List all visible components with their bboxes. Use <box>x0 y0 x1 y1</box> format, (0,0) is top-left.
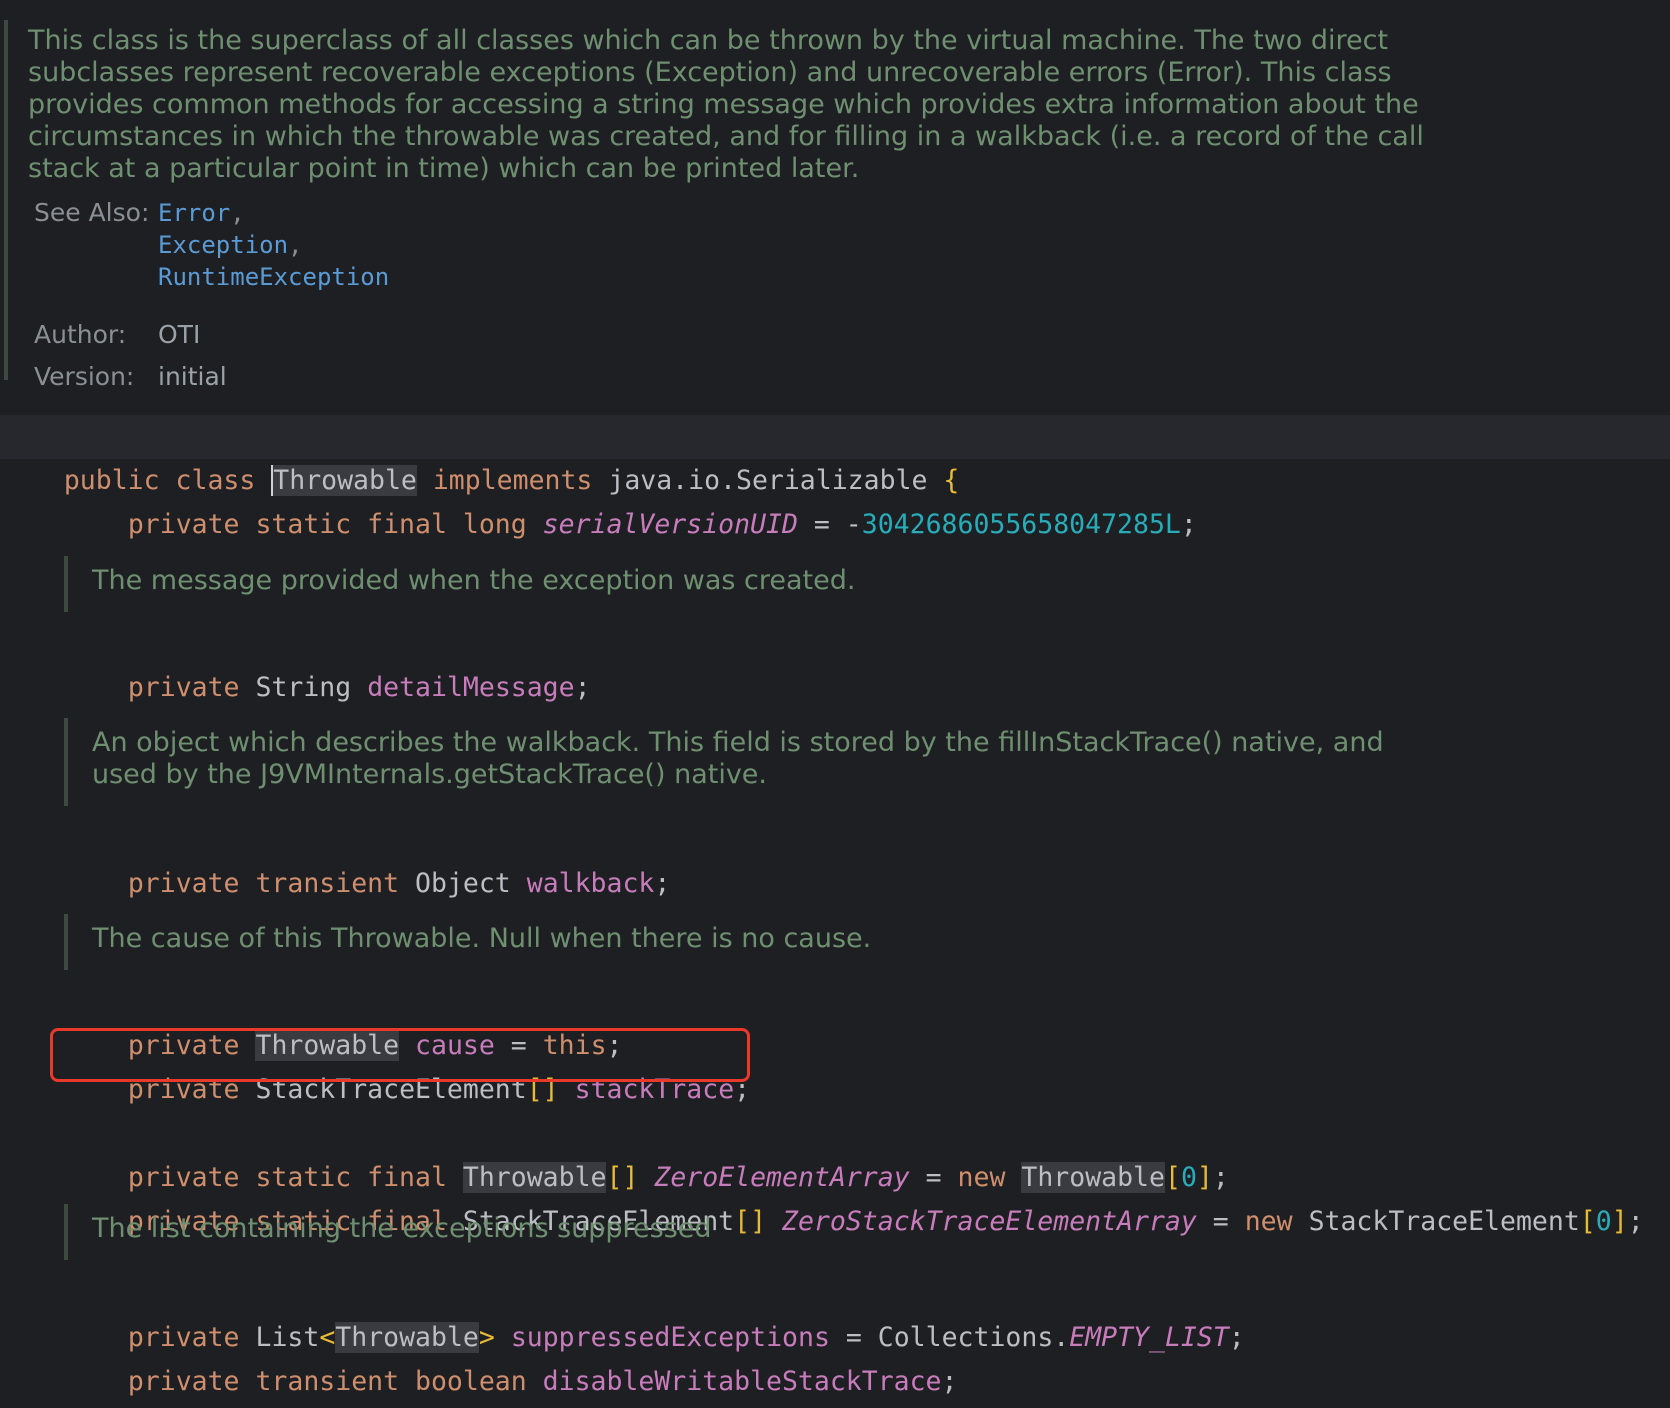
semicolon: ; <box>941 1366 958 1397</box>
field-walkback-line[interactable]: private transient Object walkback; <box>64 818 671 899</box>
array-brackets: [] <box>734 1206 767 1237</box>
semicolon: ; <box>574 672 591 703</box>
field-suppressedexceptions-line[interactable]: private List<Throwable> suppressedExcept… <box>64 1272 1245 1353</box>
field-zeroelementarray-line[interactable]: private static final Throwable[] ZeroEle… <box>64 1112 1229 1193</box>
suppressed-doc: The list containing the exceptions suppr… <box>92 1213 712 1244</box>
class-doc-bar <box>4 20 8 380</box>
author-value: OTI <box>158 320 201 349</box>
class-doc-line-2: subclasses represent recoverable excepti… <box>28 57 1392 88</box>
field-disablewritablestacktrace[interactable]: disableWritableStackTrace <box>543 1366 942 1397</box>
type-string[interactable]: String <box>255 672 351 703</box>
cause-doc-bar <box>64 914 68 970</box>
walkback-doc-bar <box>64 718 68 806</box>
see-also-link-error[interactable]: Error, <box>158 196 245 230</box>
type-object[interactable]: Object <box>415 868 511 899</box>
class-declaration-line[interactable]: public class Throwable implements java.i… <box>0 415 1670 496</box>
open-bracket: [ <box>1579 1206 1596 1237</box>
field-serialversionuid-line[interactable]: private static final long serialVersionU… <box>64 459 1197 540</box>
field-zerostacktraceelementarray[interactable]: ZeroStackTraceElementArray <box>782 1206 1197 1237</box>
class-doc-line-4: circumstances in which the throwable was… <box>28 121 1424 152</box>
code-editor[interactable]: This class is the superclass of all clas… <box>0 0 1670 1408</box>
number-literal: 3042686055658047285L <box>861 509 1181 540</box>
annotation-highlight-box <box>50 1028 750 1082</box>
see-also-label: See Also: <box>34 198 150 227</box>
semicolon: ; <box>654 868 671 899</box>
see-also-link-exception[interactable]: Exception, <box>158 228 303 262</box>
detail-doc-bar <box>64 556 68 612</box>
author-label: Author: <box>34 320 127 349</box>
semicolon: ; <box>1627 1206 1644 1237</box>
field-walkback[interactable]: walkback <box>527 868 655 899</box>
close-bracket: ] <box>1611 1206 1628 1237</box>
walkback-doc-line-2: used by the J9VMInternals.getStackTrace(… <box>92 759 767 790</box>
semicolon: ; <box>1228 1322 1245 1353</box>
modifiers: private transient <box>127 868 400 899</box>
field-zerostacktraceelementarray-line[interactable]: private static final StackTraceElement[]… <box>64 1156 1644 1237</box>
constant-empty-list[interactable]: EMPTY_LIST <box>1069 1322 1229 1353</box>
walkback-doc-line-1: An object which describes the walkback. … <box>92 727 1384 758</box>
cause-doc: The cause of this Throwable. Null when t… <box>92 923 872 954</box>
operator: = <box>1196 1206 1245 1237</box>
modifiers: private transient boolean <box>127 1366 527 1397</box>
field-detailmessage[interactable]: detailMessage <box>367 672 574 703</box>
keyword-new: new <box>1244 1206 1293 1237</box>
class-doc-line-3: provides common methods for accessing a … <box>28 89 1419 120</box>
detail-message-doc: The message provided when the exception … <box>92 565 856 596</box>
field-serialversionuid[interactable]: serialVersionUID <box>543 509 798 540</box>
version-label: Version: <box>34 362 135 391</box>
field-cause-line[interactable]: private Throwable cause = this; <box>64 980 623 1061</box>
class-doc-line-1: This class is the superclass of all clas… <box>28 25 1389 56</box>
modifiers: private static final long <box>127 509 527 540</box>
modifier: private <box>127 672 240 703</box>
field-disablewritablestacktrace-line[interactable]: private transient boolean disableWritabl… <box>64 1316 958 1397</box>
number-literal: 0 <box>1595 1206 1612 1237</box>
field-detailmessage-line[interactable]: private String detailMessage; <box>64 622 591 703</box>
class-doc-line-5: stack at a particular point in time) whi… <box>28 153 860 184</box>
suppressed-doc-bar <box>64 1204 68 1260</box>
type-stacktraceelement-new[interactable]: StackTraceElement <box>1309 1206 1580 1237</box>
see-also-link-runtimeexception[interactable]: RuntimeException <box>158 260 389 294</box>
operator: = - <box>797 509 862 540</box>
semicolon: ; <box>1180 509 1197 540</box>
version-value: initial <box>158 362 227 391</box>
